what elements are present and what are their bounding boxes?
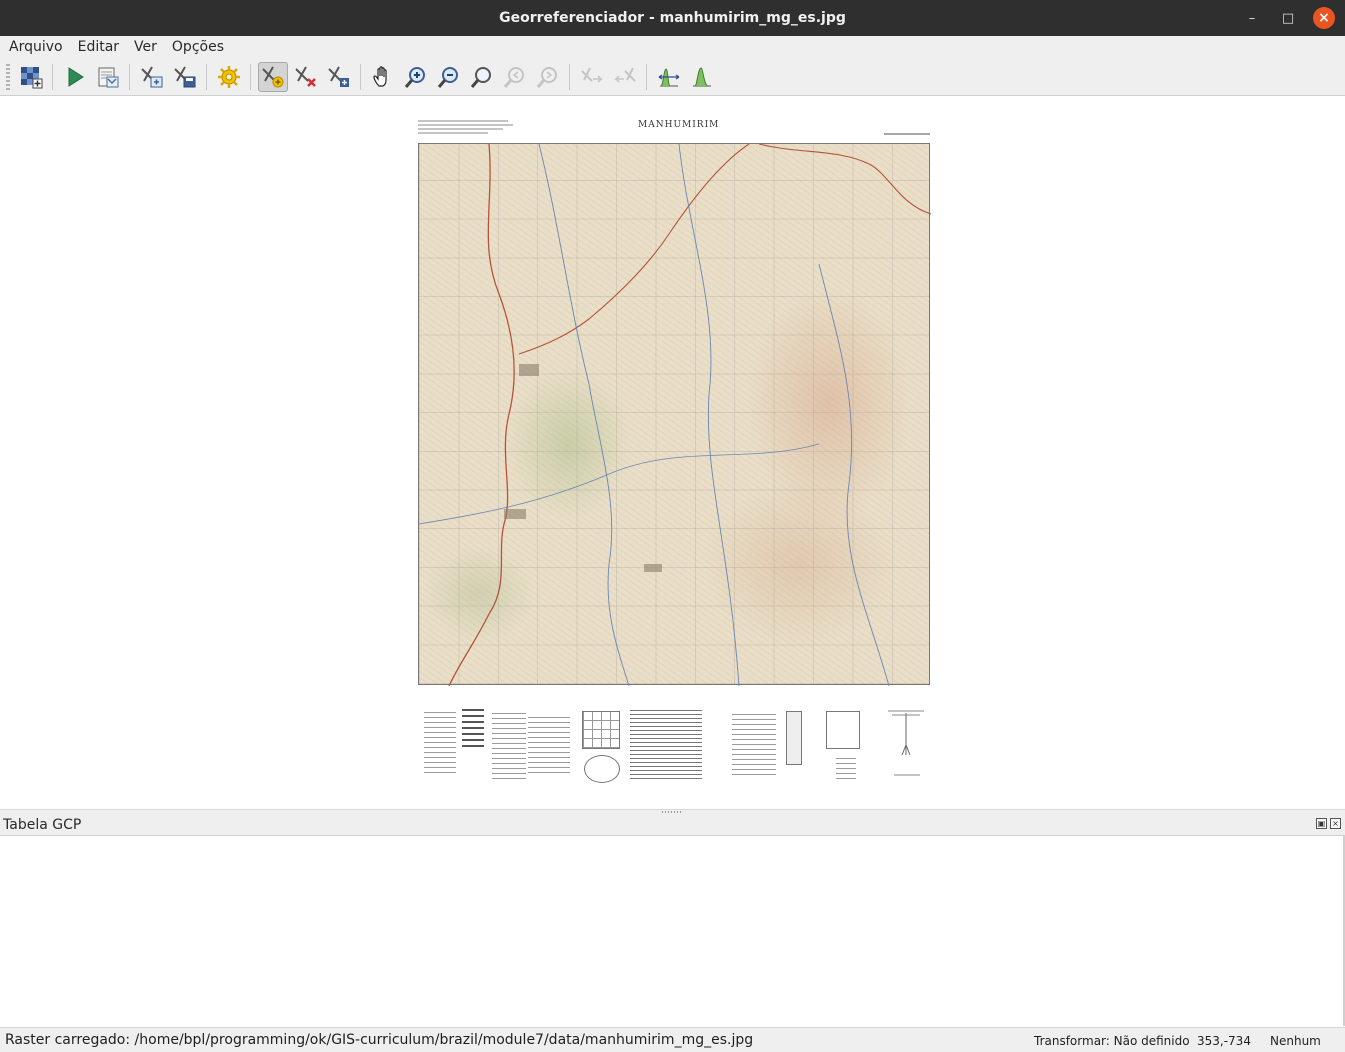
zoom-to-layer-button[interactable] — [467, 62, 497, 92]
full-histogram-stretch-icon — [658, 67, 679, 86]
full-histogram-stretch-button[interactable] — [654, 62, 684, 92]
title-bar: Georreferenciador - manhumirim_mg_es.jpg… — [0, 0, 1345, 36]
close-icon[interactable]: × — [1313, 7, 1335, 29]
play-icon — [68, 66, 84, 87]
toolbar-separator — [250, 63, 251, 90]
toolbar-separator — [129, 63, 130, 90]
zoom-next-button[interactable] — [533, 62, 563, 92]
toolbar-separator — [569, 63, 570, 90]
toolbar-grip[interactable] — [6, 63, 10, 90]
generate-gdal-script-icon — [98, 67, 118, 87]
maximize-icon[interactable]: □ — [1277, 7, 1299, 29]
float-panel-icon[interactable]: ▣ — [1316, 818, 1327, 829]
map-rivers-and-roads-icon — [419, 144, 931, 686]
toolbar-separator — [360, 63, 361, 90]
zoom-last-button[interactable] — [500, 62, 530, 92]
zoom-next-icon — [536, 66, 557, 88]
window-title: Georreferenciador - manhumirim_mg_es.jpg — [499, 10, 846, 26]
transform-status: Transformar: Não definido — [1034, 1034, 1190, 1048]
georeferencer-window: Georreferenciador - manhumirim_mg_es.jpg… — [0, 0, 1345, 1052]
delete-point-icon — [294, 66, 316, 87]
raster-map-sheet: MANHUMIRIM — [404, 113, 944, 791]
minimize-icon[interactable]: – — [1241, 7, 1263, 29]
link-georeferencer-to-qgis-button[interactable] — [577, 62, 607, 92]
toolbar-separator — [206, 63, 207, 90]
gcp-panel-header: Tabela GCP ▣ × — [0, 814, 1345, 836]
window-controls: – □ × — [1241, 7, 1335, 29]
zoom-in-button[interactable] — [401, 62, 431, 92]
declination-diagram-icon — [888, 710, 924, 776]
load-gcp-points-button[interactable] — [137, 62, 167, 92]
crs-status[interactable]: Nenhum — [1270, 1034, 1321, 1048]
status-bar: Raster carregado: /home/bpl/programming/… — [0, 1027, 1345, 1052]
link-georeferencer-to-qgis-icon — [580, 67, 603, 83]
move-point-icon — [327, 66, 349, 87]
delete-point-button[interactable] — [291, 62, 321, 92]
open-raster-icon — [20, 66, 42, 88]
gcp-table[interactable] — [0, 836, 1345, 1026]
transformation-settings-button[interactable] — [214, 62, 244, 92]
toolbar-separator — [52, 63, 53, 90]
transformation-settings-icon — [217, 65, 240, 88]
splitter-grip — [662, 811, 682, 813]
close-panel-icon[interactable]: × — [1330, 818, 1341, 829]
toolbar — [0, 58, 1345, 96]
menu-bar: Arquivo Editar Ver Opções — [0, 36, 1345, 58]
map-sheet-code-icon — [884, 133, 930, 135]
link-qgis-to-georeferencer-button[interactable] — [610, 62, 640, 92]
add-point-icon — [261, 66, 283, 87]
move-point-button[interactable] — [324, 62, 354, 92]
gcp-panel-title: Tabela GCP — [3, 816, 82, 833]
map-title: MANHUMIRIM — [638, 120, 720, 130]
load-gcp-points-icon — [140, 66, 162, 87]
coordinate-readout: 353,-734 — [1197, 1034, 1251, 1048]
status-message: Raster carregado: /home/bpl/programming/… — [5, 1032, 754, 1048]
menu-ver[interactable]: Ver — [134, 39, 157, 55]
zoom-out-icon — [437, 66, 458, 88]
save-gcp-points-button[interactable] — [170, 62, 200, 92]
open-raster-button[interactable] — [16, 62, 46, 92]
map-header-text-icon — [418, 120, 513, 134]
local-histogram-stretch-icon — [692, 66, 711, 86]
toolbar-separator — [646, 63, 647, 90]
zoom-out-button[interactable] — [434, 62, 464, 92]
dock-buttons: ▣ × — [1316, 818, 1341, 829]
menu-editar[interactable]: Editar — [78, 39, 119, 55]
zoom-in-icon — [404, 66, 425, 88]
zoom-last-icon — [503, 66, 524, 88]
local-histogram-stretch-button[interactable] — [687, 62, 717, 92]
generate-gdal-script-button[interactable] — [93, 62, 123, 92]
add-point-button[interactable] — [257, 61, 288, 92]
menu-arquivo[interactable]: Arquivo — [9, 39, 63, 55]
map-canvas[interactable]: MANHUMIRIM — [0, 97, 1345, 809]
menu-opcoes[interactable]: Opções — [172, 39, 224, 55]
pan-button[interactable] — [368, 62, 398, 92]
pan-icon — [372, 65, 387, 87]
save-gcp-points-icon — [173, 66, 195, 87]
topographic-map-image — [418, 143, 931, 686]
link-qgis-to-georeferencer-icon — [613, 67, 636, 83]
start-georeferencing-button[interactable] — [60, 62, 90, 92]
zoom-to-layer-icon — [470, 66, 491, 88]
map-legend — [418, 703, 930, 783]
